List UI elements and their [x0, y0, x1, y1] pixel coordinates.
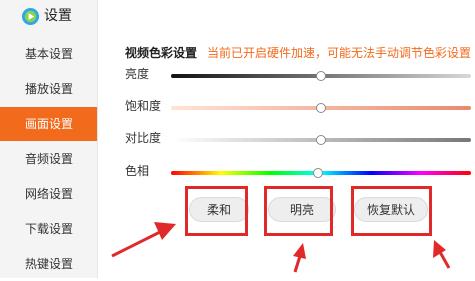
annotation-arrows: [111, 222, 451, 273]
arrow-icon-reset: [433, 240, 451, 269]
arrow-icon-bright: [293, 243, 306, 273]
arrow-icon-soft: [111, 222, 176, 258]
